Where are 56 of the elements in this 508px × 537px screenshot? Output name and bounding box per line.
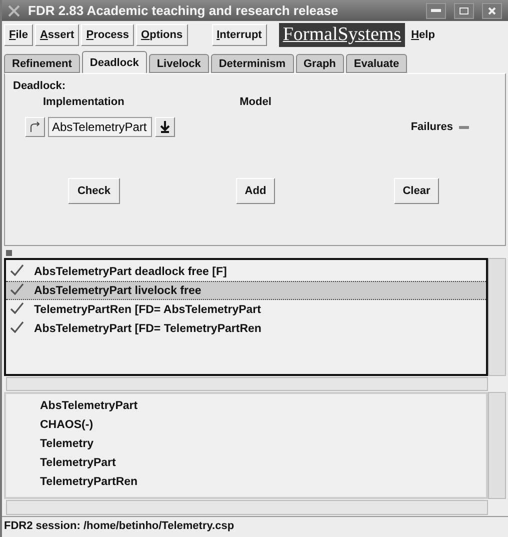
definition-list-item[interactable]: Telemetry	[6, 434, 486, 454]
implementation-field[interactable]: AbsTelemetryPart	[48, 117, 152, 138]
vertical-scrollbar[interactable]	[488, 392, 506, 499]
action-button[interactable]: Check	[68, 178, 120, 204]
model-label: Model	[240, 96, 272, 110]
result-text: AbsTelemetryPart livelock free	[34, 284, 202, 297]
logo: FormalSystems	[278, 23, 406, 48]
menu-item[interactable]: Options	[136, 24, 188, 46]
checkmark-icon	[10, 302, 24, 314]
model-value: Failures	[410, 121, 453, 134]
tab[interactable]: Graph	[296, 54, 344, 74]
definition-list-item[interactable]: TelemetryPart	[6, 453, 486, 472]
checkmark-icon	[10, 264, 24, 276]
close-icon[interactable]	[8, 4, 20, 17]
definition-list-item[interactable]: AbsTelemetryPart	[6, 396, 486, 416]
definition-list-item[interactable]: TelemetryPartRen	[6, 472, 486, 492]
implementation-label: Implementation	[42, 96, 126, 110]
result-row[interactable]: AbsTelemetryPart [FD= TelemetryPartRen	[6, 319, 486, 338]
menu-item[interactable]: Process	[81, 24, 134, 46]
close-button[interactable]	[482, 2, 502, 19]
checkmark-icon	[10, 321, 24, 334]
maximize-icon	[459, 6, 469, 15]
section-heading: Deadlock:	[13, 80, 67, 94]
down-arrow-icon	[160, 121, 170, 134]
horizontal-scrollbar[interactable]	[6, 376, 488, 392]
horizontal-scrollbar[interactable]	[6, 500, 488, 515]
pane-grip-icon[interactable]	[6, 250, 12, 256]
minimize-icon	[431, 8, 441, 13]
checkmark-icon	[10, 283, 24, 296]
option-menu-indicator[interactable]	[459, 126, 469, 129]
redirect-button[interactable]	[25, 117, 45, 138]
definition-list-item[interactable]: CHAOS(-)	[6, 415, 486, 434]
action-button[interactable]: Clear	[394, 178, 440, 204]
download-button[interactable]	[155, 117, 175, 138]
interrupt-button[interactable]: Interrupt	[212, 24, 267, 46]
result-text: AbsTelemetryPart [FD= TelemetryPartRen	[34, 322, 262, 335]
result-row[interactable]: AbsTelemetryPart deadlock free [F]	[6, 262, 486, 282]
menu-item[interactable]: File	[4, 24, 33, 46]
minimize-button[interactable]	[426, 2, 446, 19]
result-row[interactable]: AbsTelemetryPart livelock free	[6, 281, 486, 300]
close-icon	[488, 6, 496, 15]
window-title: FDR 2.83 Academic teaching and research release	[28, 3, 340, 18]
result-text: AbsTelemetryPart deadlock free [F]	[34, 266, 227, 278]
vertical-scrollbar[interactable]	[488, 258, 506, 376]
tab[interactable]: Evaluate	[346, 54, 408, 74]
tab[interactable]: Determinism	[210, 54, 294, 74]
status-bar: FDR2 session: /home/betinho/Telemetry.csp	[2, 516, 508, 537]
tab[interactable]: Deadlock	[82, 51, 147, 74]
menu-item[interactable]: Assert	[34, 24, 80, 46]
tab[interactable]: Refinement	[4, 54, 80, 74]
curved-arrow-icon	[29, 121, 41, 134]
tab[interactable]: Livelock	[148, 54, 209, 74]
result-row[interactable]: TelemetryPartRen [FD= AbsTelemetryPart	[6, 300, 486, 320]
maximize-button[interactable]	[454, 2, 474, 19]
action-button[interactable]: Add	[236, 178, 276, 204]
result-text: TelemetryPartRen [FD= AbsTelemetryPart	[34, 304, 261, 316]
